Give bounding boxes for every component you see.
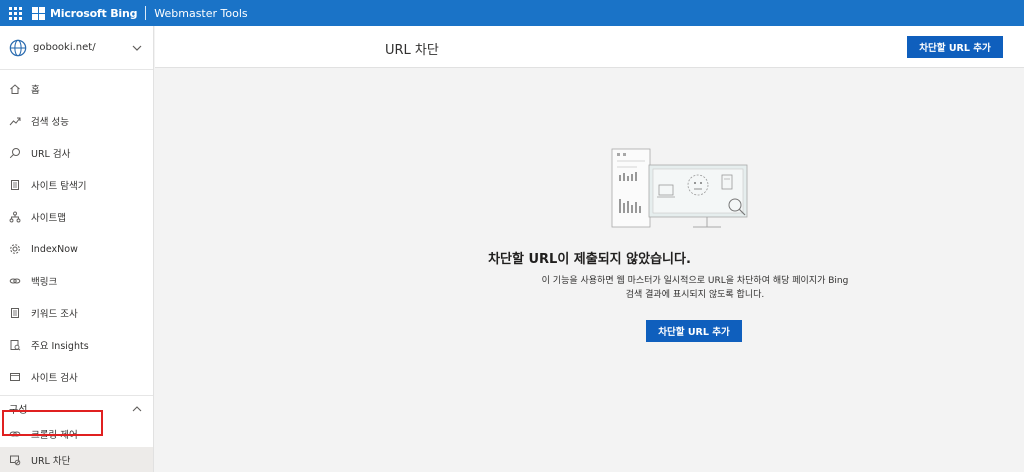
block-url-icon: [10, 455, 21, 466]
search-icon: [9, 148, 20, 159]
page-header: URL 차단 차단할 URL 추가: [155, 26, 1024, 68]
globe-icon: [9, 39, 27, 56]
sidebar-item-label: 백링크: [31, 277, 58, 288]
divider: [145, 6, 147, 20]
gear-icon: [10, 244, 20, 254]
empty-state-description-line: 검색 결과에 표시되지 않도록 합니다.: [625, 290, 765, 300]
empty-state-title: 차단할 URL이 제출되지 않았습니다.: [488, 252, 691, 267]
sidebar-item-label: 주요 Insights: [31, 341, 89, 352]
sidebar-item-site-explorer[interactable]: 사이트 탐색기: [0, 169, 153, 201]
sidebar-item-url-inspection[interactable]: URL 검사: [0, 137, 153, 169]
page-title: URL 차단: [385, 43, 439, 58]
sidebar-item-label: 사이트 탐색기: [31, 181, 87, 192]
empty-state: 차단할 URL이 제출되지 않았습니다. 이 기능을 사용하면 웹 마스터가 일…: [155, 68, 1024, 472]
sidebar-item-site-scan[interactable]: 사이트 검사: [0, 361, 153, 393]
product-name[interactable]: Webmaster Tools: [154, 7, 247, 20]
home-icon: [10, 84, 20, 94]
sidebar-item-block-urls[interactable]: URL 차단: [0, 447, 153, 472]
nav-list: 홈 검색 성능 URL 검사 사이트 탐색기 사이트맵 IndexNow 백링크: [0, 73, 153, 393]
sidebar-item-label: 검색 성능: [31, 117, 69, 128]
link-icon: [9, 278, 21, 284]
top-bar: Microsoft Bing Webmaster Tools: [0, 0, 1024, 26]
empty-state-description-line: 이 기능을 사용하면 웹 마스터가 일시적으로 URL을 차단하여 해당 페이지…: [541, 276, 849, 286]
empty-state-illustration: [611, 148, 748, 228]
sidebar-item-insights[interactable]: 주요 Insights: [0, 329, 153, 361]
add-blocked-url-button-center[interactable]: 차단할 URL 추가: [646, 320, 742, 342]
sidebar-item-keyword-research[interactable]: 키워드 조사: [0, 297, 153, 329]
site-selector[interactable]: gobooki.net/: [0, 26, 153, 70]
sidebar-item-label: URL 차단: [31, 456, 71, 467]
main-content: URL 차단 차단할 URL 추가 차단할 URL이 제출되지 않았습니다. 이…: [155, 26, 1024, 472]
document-icon: [11, 180, 19, 190]
sidebar-item-search-performance[interactable]: 검색 성능: [0, 105, 153, 137]
sidebar: gobooki.net/ 홈 검색 성능 URL 검사 사이트 탐색기 사이트맵…: [0, 26, 154, 472]
sidebar-item-label: 크롤링 제어: [31, 430, 78, 441]
add-blocked-url-button[interactable]: 차단할 URL 추가: [907, 36, 1003, 58]
section-configuration[interactable]: 구성: [0, 395, 153, 421]
trend-icon: [9, 117, 21, 126]
site-name: gobooki.net/: [33, 42, 96, 53]
section-label: 구성: [9, 405, 28, 416]
sidebar-item-label: URL 검사: [31, 149, 71, 160]
chevron-down-icon[interactable]: [131, 42, 143, 54]
microsoft-logo-icon: [32, 6, 45, 20]
insights-icon: [10, 340, 21, 351]
sidebar-item-label: 홈: [31, 85, 40, 96]
empty-state-description: 이 기능을 사용하면 웹 마스터가 일시적으로 URL을 차단하여 해당 페이지…: [525, 274, 865, 302]
link-icon: [9, 431, 21, 437]
document-icon: [11, 308, 19, 318]
sidebar-item-label: 키워드 조사: [31, 309, 78, 320]
scan-icon: [10, 373, 20, 381]
sidebar-item-crawl-control[interactable]: 크롤링 제어: [0, 421, 153, 447]
brand-name[interactable]: Microsoft Bing: [50, 7, 137, 20]
sidebar-item-sitemaps[interactable]: 사이트맵: [0, 201, 153, 233]
sitemap-icon: [9, 211, 21, 223]
sidebar-item-home[interactable]: 홈: [0, 73, 153, 105]
app-launcher-icon[interactable]: [0, 0, 30, 26]
sidebar-item-label: 사이트 검사: [31, 373, 78, 384]
sidebar-item-label: 사이트맵: [31, 213, 66, 224]
sidebar-item-label: IndexNow: [31, 243, 78, 255]
sidebar-item-backlinks[interactable]: 백링크: [0, 265, 153, 297]
chevron-up-icon[interactable]: [131, 403, 143, 415]
sidebar-item-indexnow[interactable]: IndexNow: [0, 233, 153, 265]
